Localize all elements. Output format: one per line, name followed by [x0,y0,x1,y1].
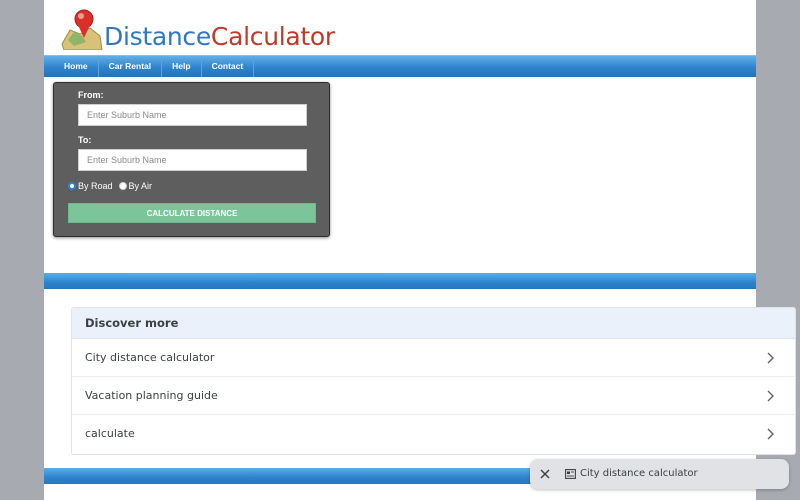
from-label: From: [78,90,104,100]
discover-item-label: City distance calculator [85,351,215,364]
article-icon [565,469,576,479]
discover-item[interactable]: calculate [72,415,795,453]
nav-help[interactable]: Help [162,56,202,77]
logo-text-calculator: Calculator [210,22,335,51]
chevron-right-icon [767,390,774,402]
site-logo[interactable]: DistanceCalculator [60,6,335,52]
discover-item[interactable]: Vacation planning guide [72,377,795,415]
main-nav-bar: Home Car Rental Help Contact [44,55,756,77]
by-road-label[interactable]: By Road [78,181,113,191]
discover-item[interactable]: City distance calculator [72,339,795,377]
by-air-radio[interactable] [118,182,127,190]
map-pin-icon [61,9,103,50]
discover-item-label: calculate [85,427,135,440]
to-label: To: [78,135,92,145]
nav-car-rental[interactable]: Car Rental [99,56,163,77]
search-suggestion-toast: City distance calculator [530,459,789,489]
nav-home[interactable]: Home [54,56,99,77]
to-input[interactable] [78,149,307,171]
logo-wordmark: DistanceCalculator [104,22,335,51]
discover-item-label: Vacation planning guide [85,389,218,402]
from-input[interactable] [78,104,307,126]
logo-text-distance: Distance [104,22,211,51]
discover-more-panel: Discover more City distance calculator V… [71,307,796,455]
distance-form: From: To: By Road By Air CALCULATE DISTA… [53,82,330,237]
by-road-radio[interactable] [68,182,76,190]
blue-divider-bar [44,273,756,289]
chevron-right-icon [767,352,774,364]
nav-contact[interactable]: Contact [202,56,255,77]
main-nav: Home Car Rental Help Contact [54,56,255,77]
toast-link-text[interactable]: City distance calculator [580,459,698,489]
by-air-label[interactable]: By Air [129,181,153,191]
close-icon[interactable] [540,469,550,479]
discover-more-title: Discover more [72,308,795,339]
travel-mode-group: By Road By Air [68,181,152,191]
chevron-right-icon [767,428,774,440]
calculate-distance-button[interactable]: CALCULATE DISTANCE [68,203,316,223]
